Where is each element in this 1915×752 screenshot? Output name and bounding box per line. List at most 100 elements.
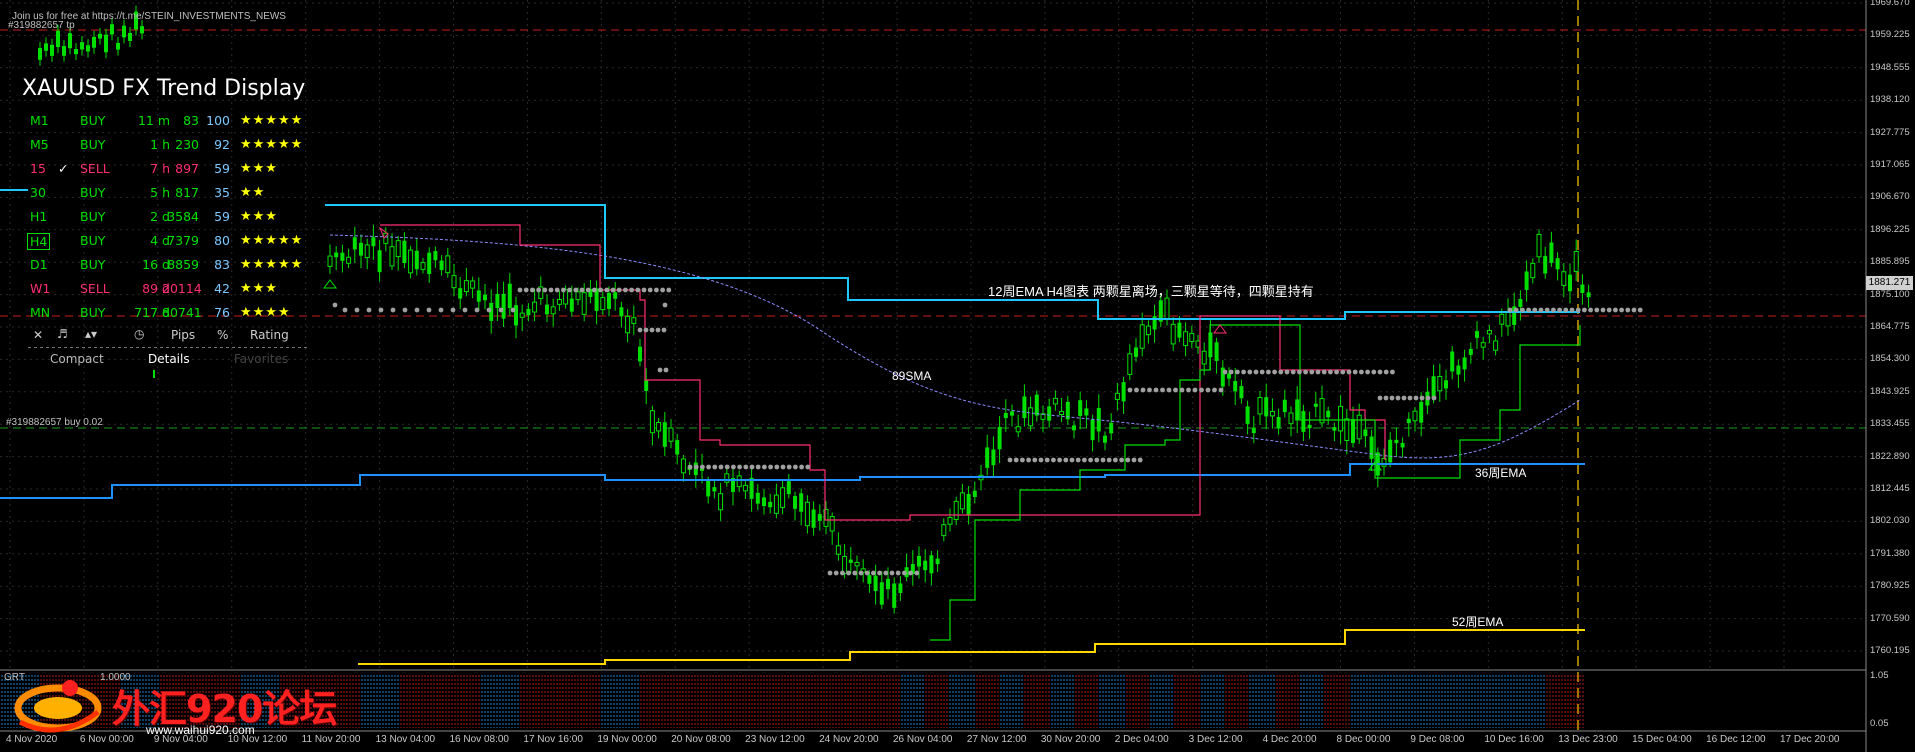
candle-body xyxy=(470,280,476,289)
candle-body xyxy=(829,516,835,532)
candle-body xyxy=(1313,403,1318,407)
stop-dot xyxy=(390,307,396,313)
candle-body xyxy=(1239,386,1244,399)
candle-body xyxy=(433,251,438,261)
stop-dot xyxy=(649,327,655,333)
stop-dot xyxy=(1600,307,1606,313)
stop-dot xyxy=(1038,457,1044,463)
tab-details[interactable]: Details xyxy=(148,352,190,366)
candle-body xyxy=(755,492,760,504)
forum-logo-icon xyxy=(14,680,102,733)
stop-dot xyxy=(438,307,444,313)
stop-dot xyxy=(877,570,882,576)
stop-dot xyxy=(1390,369,1395,375)
stop-dot xyxy=(1389,395,1395,401)
stop-dot xyxy=(647,287,653,293)
candle-body xyxy=(1214,342,1219,361)
stop-dot xyxy=(1625,307,1631,313)
percent-value: 100 xyxy=(206,113,230,128)
stop-dot xyxy=(1020,457,1025,463)
candle-body xyxy=(1412,410,1418,422)
candle-body xyxy=(56,30,60,48)
candle-body xyxy=(817,514,822,521)
tab-favorites[interactable]: Favorites xyxy=(234,352,288,366)
candle-body xyxy=(712,487,717,492)
stop-dot xyxy=(902,570,907,576)
stop-dot xyxy=(1140,387,1146,393)
time-tick-label: 16 Nov 08:00 xyxy=(449,734,510,745)
time-tick-label: 17 Nov 16:00 xyxy=(523,734,583,745)
candle-body xyxy=(848,559,853,563)
candle-body xyxy=(575,291,581,301)
stop-dot xyxy=(871,570,876,576)
stop-dot xyxy=(643,327,649,333)
stop-dot xyxy=(1125,457,1131,463)
clock-icon[interactable]: ◷ xyxy=(134,327,144,341)
pips-value: 897 xyxy=(175,161,199,176)
candle-body xyxy=(395,240,401,258)
candle-body xyxy=(1573,250,1579,272)
candle-body xyxy=(1369,436,1374,459)
pips-value: 83 xyxy=(183,113,199,128)
candle-body xyxy=(476,290,481,302)
stop-dot xyxy=(1013,457,1019,463)
candle-body xyxy=(811,509,816,528)
candle-body xyxy=(1257,397,1263,415)
stop-dot xyxy=(660,287,665,293)
stop-dot xyxy=(1153,387,1159,393)
stop-dot xyxy=(1235,369,1240,375)
candle-body xyxy=(68,33,72,49)
stop-dot xyxy=(1192,387,1198,393)
pips-column-header[interactable]: Pips xyxy=(171,328,195,342)
rating-stars: ★★★★★ xyxy=(240,113,304,128)
sort-arrows-icon[interactable]: ▴▾ xyxy=(85,327,97,341)
time-tick-label: 16 Dec 12:00 xyxy=(1706,734,1766,745)
candle-body xyxy=(1233,381,1238,392)
rating-column-header[interactable]: Rating xyxy=(250,328,289,342)
stop-dot xyxy=(1166,387,1172,393)
stop-dot xyxy=(1346,369,1352,375)
candle-body xyxy=(92,36,96,48)
candle-body xyxy=(1319,398,1325,424)
stop-dot xyxy=(1303,369,1308,375)
percent-value: 35 xyxy=(214,185,230,200)
tab-compact[interactable]: Compact xyxy=(50,352,104,366)
stop-dot xyxy=(1212,387,1217,393)
watermark-url[interactable]: www.waihui920.com xyxy=(146,723,255,737)
candle-body xyxy=(483,294,487,301)
stop-dot xyxy=(498,307,504,313)
candle-body xyxy=(780,487,786,508)
close-icon[interactable]: ✕ xyxy=(33,328,43,342)
sound-icon[interactable]: ♬ xyxy=(57,327,68,341)
time-tick-label: 17 Dec 20:00 xyxy=(1780,734,1840,745)
stop-dot xyxy=(1186,387,1191,393)
candle-body xyxy=(346,256,352,264)
pips-value: 7379 xyxy=(167,233,199,248)
candle-body xyxy=(104,34,108,53)
candle-body xyxy=(959,492,965,510)
pips-value: 80741 xyxy=(162,305,202,320)
stop-dot xyxy=(1137,457,1143,463)
stop-dot xyxy=(1321,369,1327,375)
candle-body xyxy=(98,33,102,39)
percent-column-header[interactable]: % xyxy=(217,328,228,342)
stop-dot xyxy=(616,287,622,293)
trend-panel-title: XAUUSD FX Trend Display xyxy=(22,76,306,101)
candle-body xyxy=(1406,418,1411,424)
price-tick-label: 1896.225 xyxy=(1870,223,1910,235)
candle-body xyxy=(1170,323,1176,345)
stop-dot xyxy=(1026,457,1031,463)
stop-dot xyxy=(1619,307,1624,313)
candle-body xyxy=(1121,382,1126,402)
stop-dot xyxy=(1594,307,1600,313)
stop-dot xyxy=(1069,457,1075,463)
rating-stars: ★★★★★ xyxy=(240,257,304,272)
price-tick-label: 1864.775 xyxy=(1870,321,1910,332)
stop-dot xyxy=(1253,369,1259,375)
stop-dot xyxy=(1278,369,1284,375)
timeframe-label: M5 xyxy=(30,137,49,152)
candle-body xyxy=(886,578,890,590)
candle-body xyxy=(675,440,680,455)
stop-dot xyxy=(1147,387,1152,393)
candle-body xyxy=(935,558,940,565)
